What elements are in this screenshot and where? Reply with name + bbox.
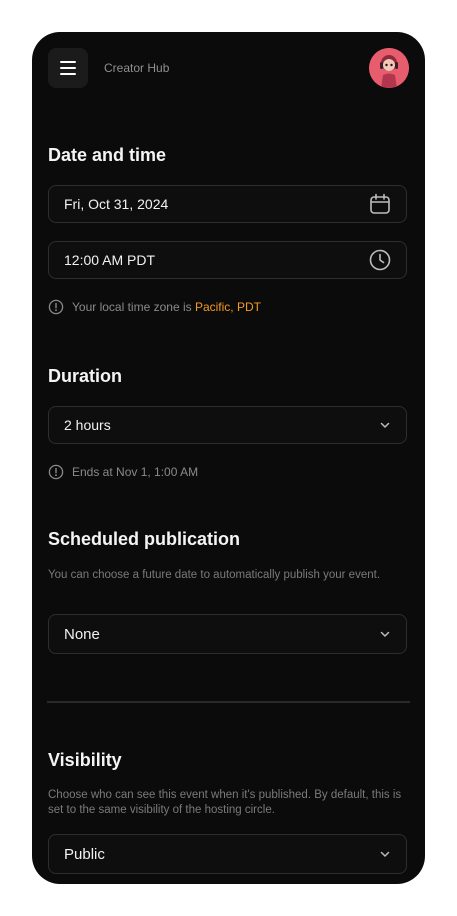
date-time-title: Date and time: [48, 145, 167, 165]
visibility-select[interactable]: Public: [48, 834, 407, 874]
visibility-description: Choose who can see this event when it's …: [48, 789, 402, 816]
date-value: Fri, Oct 31, 2024: [64, 196, 169, 212]
timezone-value[interactable]: Pacific, PDT: [195, 300, 261, 314]
menu-button[interactable]: [48, 48, 88, 88]
phone-screen: Creator Hub Date and time Fri, Oct 31, 2…: [32, 32, 425, 884]
info-icon: [48, 464, 64, 480]
duration-value: 2 hours: [64, 417, 111, 433]
time-field[interactable]: 12:00 AM PDT: [48, 241, 407, 279]
chevron-down-icon: [380, 631, 390, 637]
date-field[interactable]: Fri, Oct 31, 2024: [48, 185, 407, 223]
duration-hint-text: Ends at Nov 1, 1:00 AM: [72, 465, 199, 479]
chevron-down-icon: [380, 422, 390, 428]
duration-hint: Ends at Nov 1, 1:00 AM: [48, 464, 198, 480]
hamburger-menu-icon: [60, 61, 76, 75]
scheduled-publication-description: You can choose a future date to automati…: [48, 569, 381, 581]
timezone-hint: Your local time zone is Pacific, PDT: [48, 299, 261, 315]
app-title: Creator Hub: [104, 61, 170, 75]
duration-title: Duration: [48, 366, 122, 386]
scheduled-publication-title: Scheduled publication: [48, 529, 241, 549]
timezone-hint-text: Your local time zone is: [72, 300, 195, 314]
visibility-value: Public: [64, 845, 105, 863]
chevron-down-icon: [380, 851, 390, 857]
info-icon: [48, 299, 64, 315]
time-value: 12:00 AM PDT: [64, 252, 156, 268]
calendar-icon: [370, 193, 390, 214]
scheduled-publication-select[interactable]: None: [48, 614, 407, 654]
duration-select[interactable]: 2 hours: [48, 406, 407, 444]
user-avatar[interactable]: [369, 48, 409, 88]
clock-icon: [369, 249, 391, 271]
scheduled-publication-value: None: [64, 625, 100, 643]
section-divider: [47, 701, 410, 703]
visibility-title: Visibility: [48, 750, 122, 770]
